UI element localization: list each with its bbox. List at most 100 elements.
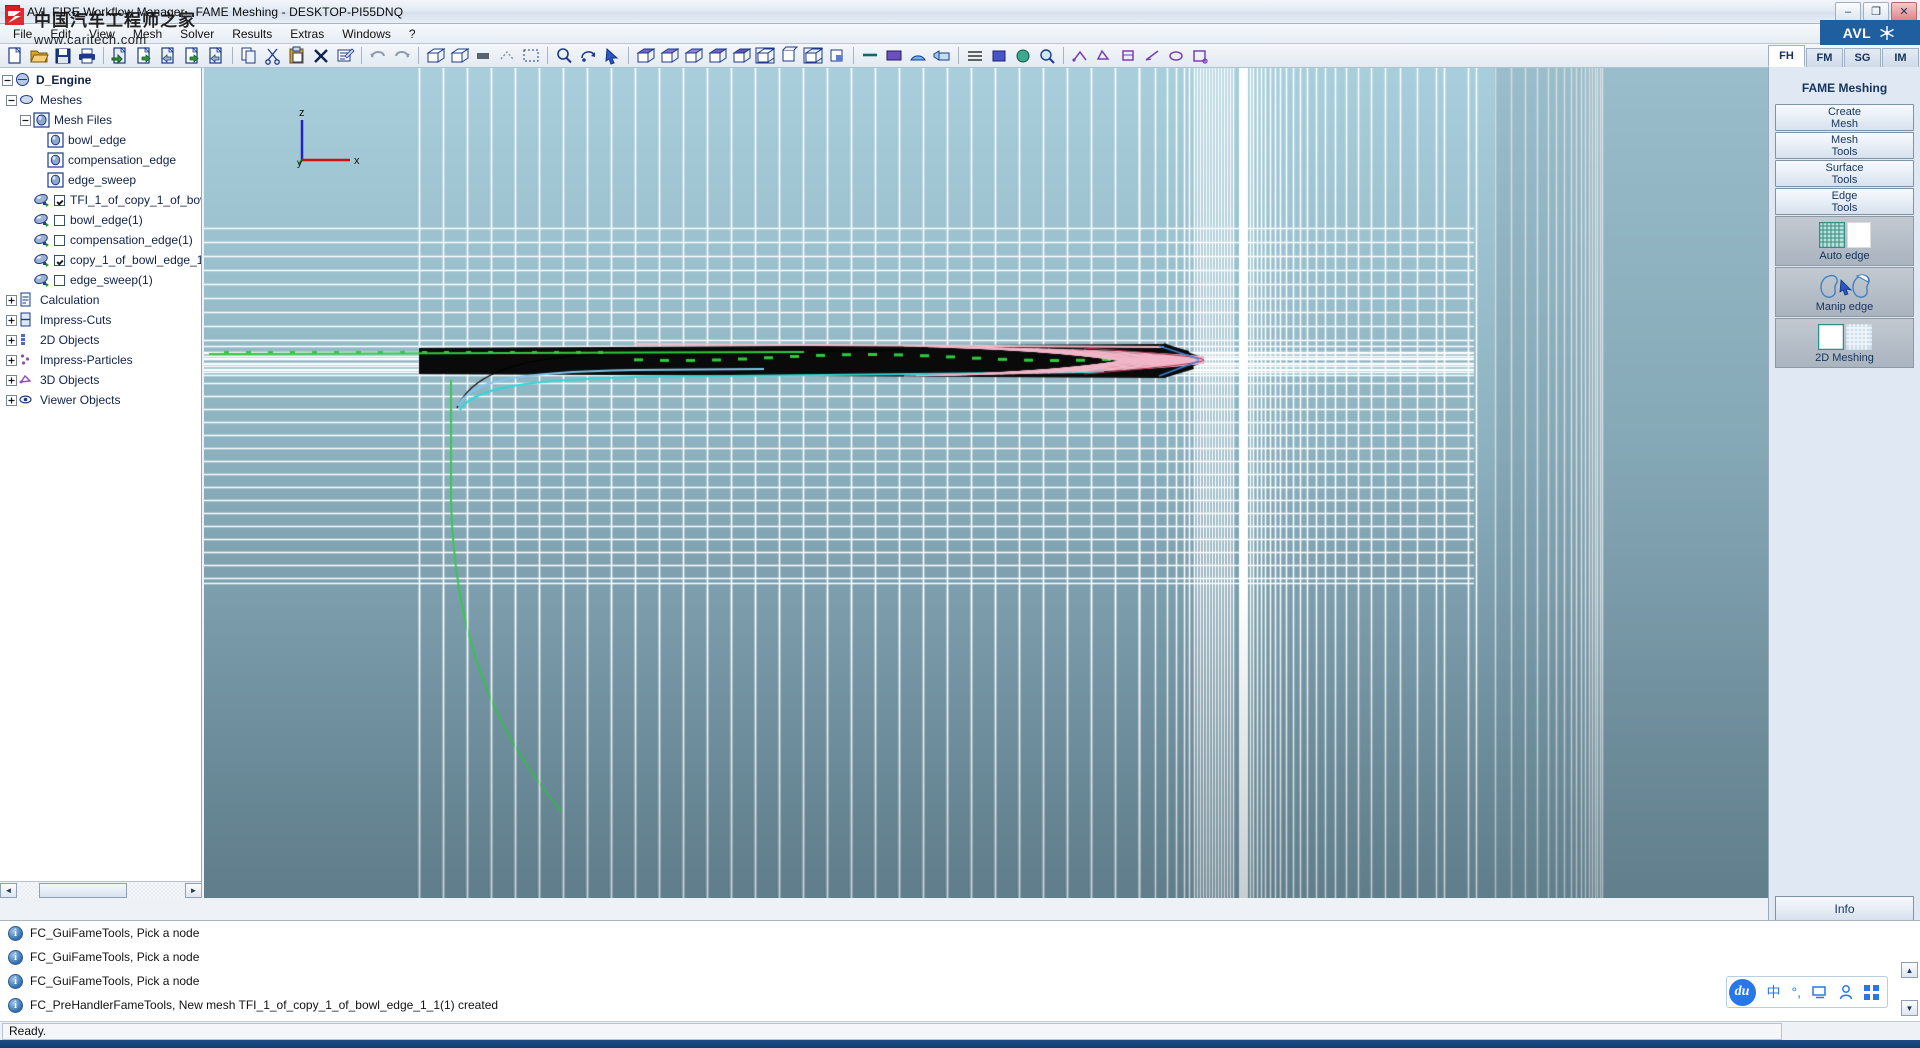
print-icon[interactable] [76, 45, 98, 66]
tree-expand-toggle[interactable] [6, 354, 17, 366]
tree-node[interactable]: Viewer Objects [0, 390, 201, 410]
import-file-icon[interactable] [133, 45, 155, 66]
cut-icon[interactable] [262, 45, 284, 66]
tab-im[interactable]: IM [1882, 48, 1919, 67]
message-log[interactable]: i FC_GuiFameTools, Pick a node i FC_GuiFame… [0, 920, 1920, 1025]
view-top-icon[interactable] [682, 45, 704, 66]
tree-expand-toggle[interactable] [6, 294, 17, 306]
visibility-checkbox[interactable] [54, 234, 65, 246]
scroll-down-button[interactable]: ▼ [1901, 1000, 1918, 1016]
edge-tool2-icon[interactable] [1093, 45, 1115, 66]
tab-fm[interactable]: FM [1806, 48, 1843, 67]
tab-fh[interactable]: FH [1768, 45, 1805, 67]
tree-node[interactable]: copy_1_of_bowl_edge_1(1) [0, 250, 201, 270]
menu-item-view[interactable]: View [80, 25, 124, 43]
scroll-track[interactable] [17, 882, 185, 898]
view-fit-icon[interactable] [754, 45, 776, 66]
tree-expand-toggle[interactable] [6, 374, 17, 386]
tab-sg[interactable]: SG [1844, 48, 1881, 67]
menu-item-[interactable]: ? [400, 25, 425, 43]
user-icon[interactable] [1839, 984, 1853, 1000]
edge-tool1-icon[interactable] [1069, 45, 1091, 66]
scroll-left-button[interactable]: ◄ [0, 882, 17, 898]
ime-language-toggle[interactable]: 中 [1767, 982, 1781, 1002]
tree-node[interactable]: bowl_edge [0, 130, 201, 150]
tree-node[interactable]: Meshes [0, 90, 201, 110]
mesh-tools-button[interactable]: Mesh Tools [1775, 132, 1914, 159]
edge-tool6-icon[interactable] [1189, 45, 1211, 66]
list-icon[interactable] [964, 45, 986, 66]
visibility-checkbox[interactable] [54, 254, 65, 266]
surface-tools-button[interactable]: Surface Tools [1775, 160, 1914, 187]
tree-collapse-toggle[interactable] [20, 114, 31, 126]
redo-icon[interactable] [391, 45, 413, 66]
scroll-up-button[interactable]: ▲ [1901, 962, 1918, 978]
tree-node[interactable]: Impress-Cuts [0, 310, 201, 330]
menu-item-solver[interactable]: Solver [171, 25, 223, 43]
tree-node[interactable]: Calculation [0, 290, 201, 310]
view-rear-icon[interactable] [730, 45, 752, 66]
view-box-icon[interactable] [424, 45, 446, 66]
delete-icon[interactable] [310, 45, 332, 66]
new-file-icon[interactable] [4, 45, 26, 66]
save-icon[interactable] [52, 45, 74, 66]
tree-node[interactable]: compensation_edge [0, 150, 201, 170]
color-block-icon[interactable] [988, 45, 1010, 66]
keyboard-icon[interactable] [1812, 985, 1828, 999]
baidu-ime-logo-icon[interactable]: du [1728, 978, 1756, 1006]
view-box2-icon[interactable] [448, 45, 470, 66]
mesh-canvas[interactable] [204, 68, 1769, 898]
shade-icon[interactable] [907, 45, 929, 66]
log-vertical-scrollbar[interactable]: ▲ ▼ [1901, 962, 1918, 1016]
tree-node[interactable]: Mesh Files [0, 110, 201, 130]
view-side-icon[interactable] [706, 45, 728, 66]
tree-collapse-toggle[interactable] [2, 74, 13, 86]
ime-punctuation-toggle[interactable]: °, [1792, 984, 1802, 1000]
edge-tool4-icon[interactable] [1141, 45, 1163, 66]
view-zoomfit-icon[interactable] [802, 45, 824, 66]
magnify-icon[interactable] [1036, 45, 1058, 66]
line-style-icon[interactable] [859, 45, 881, 66]
manip-edge-button[interactable]: Manip edge [1775, 267, 1914, 317]
tree-node[interactable]: compensation_edge(1) [0, 230, 201, 250]
visibility-checkbox[interactable] [54, 214, 65, 226]
scroll-right-button[interactable]: ► [185, 882, 201, 898]
menu-item-edit[interactable]: Edit [41, 25, 80, 43]
copy-icon[interactable] [238, 45, 260, 66]
import-geometry-icon[interactable] [109, 45, 131, 66]
tree-node[interactable]: 2D Objects [0, 330, 201, 350]
2d-meshing-button[interactable]: 2D Meshing [1775, 318, 1914, 368]
zoom-icon[interactable] [553, 45, 575, 66]
view-cube-icon[interactable] [778, 45, 800, 66]
close-button[interactable]: ✕ [1891, 2, 1917, 21]
wireframe-icon[interactable] [496, 45, 518, 66]
view-iso-icon[interactable] [634, 45, 656, 66]
view-front-icon[interactable] [658, 45, 680, 66]
tree-node[interactable]: edge_sweep(1) [0, 270, 201, 290]
minimize-button[interactable]: – [1835, 2, 1861, 21]
auto-edge-button[interactable]: Auto edge [1775, 216, 1914, 266]
tree-node[interactable]: 3D Objects [0, 370, 201, 390]
tree-node[interactable]: D_Engine [0, 70, 201, 90]
tree-expand-toggle[interactable] [6, 394, 17, 406]
3d-viewport[interactable]: z x y [204, 68, 1769, 898]
face-fill-icon[interactable] [883, 45, 905, 66]
import-mesh-icon[interactable] [181, 45, 203, 66]
tree-expand-toggle[interactable] [6, 314, 17, 326]
tree-node[interactable]: bowl_edge(1) [0, 210, 201, 230]
tree-node[interactable]: Impress-Particles [0, 350, 201, 370]
visibility-checkbox[interactable] [54, 194, 65, 206]
fill-solid-icon[interactable] [472, 45, 494, 66]
visibility-checkbox[interactable] [54, 274, 65, 286]
properties-icon[interactable] [334, 45, 356, 66]
export-file-icon[interactable] [157, 45, 179, 66]
select-region-icon[interactable] [520, 45, 542, 66]
edge-tools-button[interactable]: Edge Tools [1775, 188, 1914, 215]
pick-icon[interactable] [601, 45, 623, 66]
open-folder-icon[interactable] [28, 45, 50, 66]
rotate-icon[interactable] [577, 45, 599, 66]
light-icon[interactable] [931, 45, 953, 66]
menu-item-file[interactable]: File [4, 25, 41, 43]
tree-node[interactable]: TFI_1_of_copy_1_of_bowl_ [0, 190, 201, 210]
menu-item-results[interactable]: Results [223, 25, 281, 43]
